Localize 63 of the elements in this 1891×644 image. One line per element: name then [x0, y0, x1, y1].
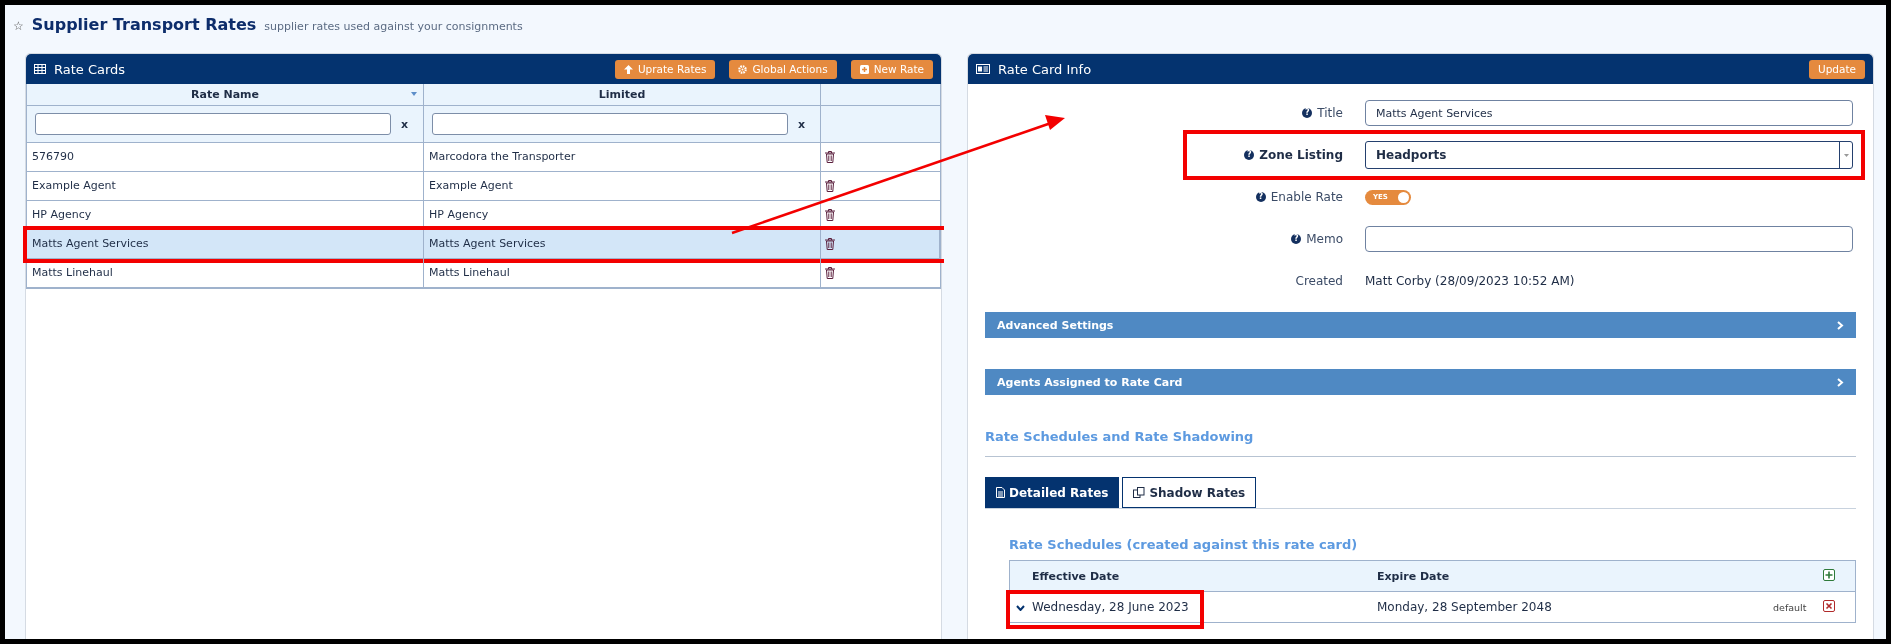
section-bar[interactable]: Advanced Settings: [985, 312, 1856, 338]
clear-filter-button[interactable]: x: [401, 117, 415, 131]
help-icon[interactable]: ?: [1291, 234, 1302, 244]
table-cell: Matts Linehaul: [27, 259, 424, 288]
table-row[interactable]: Example Agent Example Agent: [27, 172, 940, 201]
field-label: Title: [1317, 106, 1343, 120]
table-cell-text: Wednesday, 28 June 2023: [1032, 600, 1190, 614]
text-field[interactable]: Matts Agent Services: [1365, 100, 1853, 126]
trash-icon: [825, 267, 835, 279]
panel-title: Rate Card Info: [998, 61, 1093, 77]
clear-filter-button[interactable]: x: [798, 117, 812, 131]
help-icon[interactable]: ?: [1302, 108, 1313, 118]
table-cell: Example Agent: [424, 172, 821, 201]
page-subtitle: supplier rates used against your consignments: [264, 20, 523, 33]
help-icon[interactable]: ?: [1244, 150, 1255, 160]
chevron-right-icon: [1837, 377, 1844, 387]
copy-icon: [1133, 487, 1146, 498]
arrow-up-icon: [623, 64, 633, 74]
favorite-star[interactable]: ☆: [13, 19, 24, 33]
table-cell: Matts Agent Services: [27, 230, 424, 259]
sort-icon: [411, 92, 417, 96]
add-icon[interactable]: [1823, 568, 1835, 581]
chevron-right-icon: [1837, 320, 1844, 330]
filter-field[interactable]: [432, 113, 788, 135]
table-row[interactable]: Matts Linehaul Matts Linehaul: [27, 259, 940, 288]
field-label: Enable Rate: [1270, 190, 1343, 204]
column-header: Effective Date: [1032, 569, 1121, 583]
section-heading: Rate Schedules and Rate Shadowing: [985, 429, 1856, 457]
plus-icon: [859, 64, 869, 74]
table-cell-text: Monday, 28 September 2048: [1377, 600, 1553, 614]
page-title: Supplier Transport Rates: [31, 15, 257, 34]
gear-icon: [738, 64, 748, 74]
tab[interactable]: Detailed Rates: [985, 477, 1120, 508]
field-label: Created: [1295, 274, 1343, 288]
table-row[interactable]: 576790 Marcodora the Transporter: [27, 143, 940, 172]
default-label: default: [1773, 601, 1808, 613]
field-value: Matt Corby (28/09/2023 10:52 AM): [1365, 274, 1576, 288]
field-label: Memo: [1306, 232, 1343, 246]
tab[interactable]: Shadow Rates: [1122, 477, 1257, 508]
document-icon: [996, 487, 1005, 498]
table-cell: Example Agent: [27, 172, 424, 201]
table-title: Rate Schedules (created against this rate card): [1009, 537, 1359, 552]
table-cell: Marcodora the Transporter: [424, 143, 821, 172]
table-cell: Matts Linehaul: [424, 259, 821, 288]
field-label: Zone Listing: [1259, 148, 1343, 162]
trash-icon: [825, 238, 835, 250]
table-icon: [34, 64, 46, 74]
dropdown-field[interactable]: Headports: [1365, 141, 1853, 169]
chevron-down-icon[interactable]: [1016, 604, 1025, 611]
delete-icon[interactable]: [1823, 599, 1835, 612]
trash-icon: [825, 209, 835, 221]
filter-field[interactable]: [35, 113, 391, 135]
text-field[interactable]: [1365, 226, 1853, 252]
panel-title: Rate Cards: [54, 61, 127, 77]
table-cell: Matts Agent Services: [424, 230, 821, 259]
table-cell: 576790: [27, 143, 424, 172]
trash-icon: [825, 180, 835, 192]
trash-icon: [825, 151, 835, 163]
id-card-icon: [976, 64, 990, 74]
caret-icon: [1843, 153, 1849, 157]
help-icon[interactable]: ?: [1255, 192, 1266, 202]
section-bar[interactable]: Agents Assigned to Rate Card: [985, 369, 1856, 395]
column-header: Expire Date: [1377, 569, 1451, 583]
